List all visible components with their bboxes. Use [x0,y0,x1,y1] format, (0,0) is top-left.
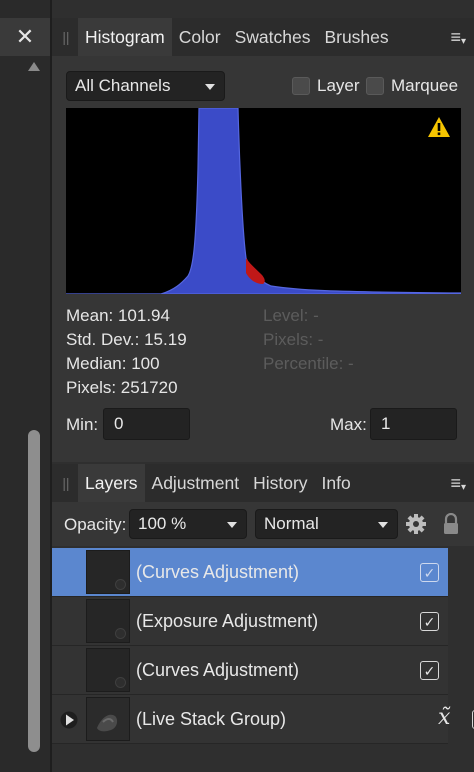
marquee-checkbox-label: Marquee [391,76,459,95]
stat-percentile: Percentile: - [263,354,354,373]
layer-name: (Curves Adjustment) [136,562,300,582]
panel-menu-icon[interactable]: ≡ ▾ [450,18,466,56]
layer-name: (Live Stack Group) [136,709,287,729]
blend-mode-select[interactable]: Normal [255,509,398,539]
panel-grip-icon[interactable]: | | [52,464,78,502]
layer-thumbnail [86,648,130,692]
histogram-svg [66,108,461,294]
histogram-blue-channel [66,108,461,294]
histogram-tabbar: | | Histogram Color Swatches Brushes ≡ ▾ [52,18,474,56]
close-icon: ✕ [15,24,35,49]
stat-std-dev: Std. Dev.: 15.19 [66,330,187,349]
panel-menu-icon[interactable]: ≡ ▾ [450,464,466,502]
max-input[interactable]: 1 [370,408,457,440]
min-label: Min: [66,415,99,434]
tab-info[interactable]: Info [315,464,358,502]
layer-row[interactable]: (Exposure Adjustment) ✓ [52,597,448,646]
layer-name: (Exposure Adjustment) [136,611,319,631]
adjustment-badge-icon [115,677,126,688]
stat-level: Level: - [263,306,319,325]
stat-median: Median: 100 [66,354,160,373]
layer-row[interactable]: (Curves Adjustment) ✓ [52,548,448,597]
min-input[interactable]: 0 [103,408,190,440]
visibility-checkbox[interactable]: ✓ [420,661,439,680]
close-panel-button[interactable]: ✕ [0,18,50,56]
layer-thumbnail [86,550,130,594]
chevron-down-icon [227,522,237,528]
opacity-select[interactable]: 100 % [129,509,247,539]
tab-color[interactable]: Color [172,18,228,56]
max-label: Max: [330,415,367,434]
live-filter-icon[interactable]: x̃ [438,705,450,730]
visibility-checkbox[interactable]: ✓ [420,612,439,631]
scroll-up-icon[interactable] [28,62,40,71]
visibility-checkbox[interactable]: ✓ [420,563,439,582]
warning-icon[interactable] [428,117,450,137]
histogram-graph [66,108,461,294]
layers-tabbar: | | Layers Adjustment History Info ≡ ▾ [52,464,474,502]
gear-icon[interactable] [405,513,427,535]
layer-name: (Curves Adjustment) [136,660,300,680]
layer-checkbox[interactable] [292,77,310,95]
layer-row[interactable]: (Live Stack Group) x̃ ✓ [52,695,474,744]
opacity-label: Opacity: [64,515,127,534]
tab-swatches[interactable]: Swatches [228,18,318,56]
layer-checkbox-label: Layer [317,76,360,95]
adjustment-badge-icon [115,628,126,639]
left-strip [0,0,50,772]
layer-thumbnail [86,697,130,741]
tab-histogram[interactable]: Histogram [78,18,172,56]
layer-thumbnail [86,599,130,643]
chevron-down-icon [205,84,215,90]
stat-mean: Mean: 101.94 [66,306,170,325]
expand-triangle-icon[interactable] [60,711,80,729]
layer-row[interactable]: (Curves Adjustment) ✓ [52,646,448,695]
stat-pixels-hover: Pixels: - [263,330,324,349]
marquee-checkbox[interactable] [366,77,384,95]
panel-grip-icon[interactable]: | | [52,18,78,56]
tab-adjustment[interactable]: Adjustment [145,464,247,502]
tab-layers[interactable]: Layers [78,464,145,502]
tab-brushes[interactable]: Brushes [317,18,395,56]
scrollbar-thumb[interactable] [28,430,40,752]
adjustment-badge-icon [115,579,126,590]
tab-history[interactable]: History [246,464,314,502]
channel-select[interactable]: All Channels [66,71,225,101]
lock-icon[interactable] [442,512,460,535]
stat-pixels: Pixels: 251720 [66,378,178,397]
chevron-down-icon [378,522,388,528]
